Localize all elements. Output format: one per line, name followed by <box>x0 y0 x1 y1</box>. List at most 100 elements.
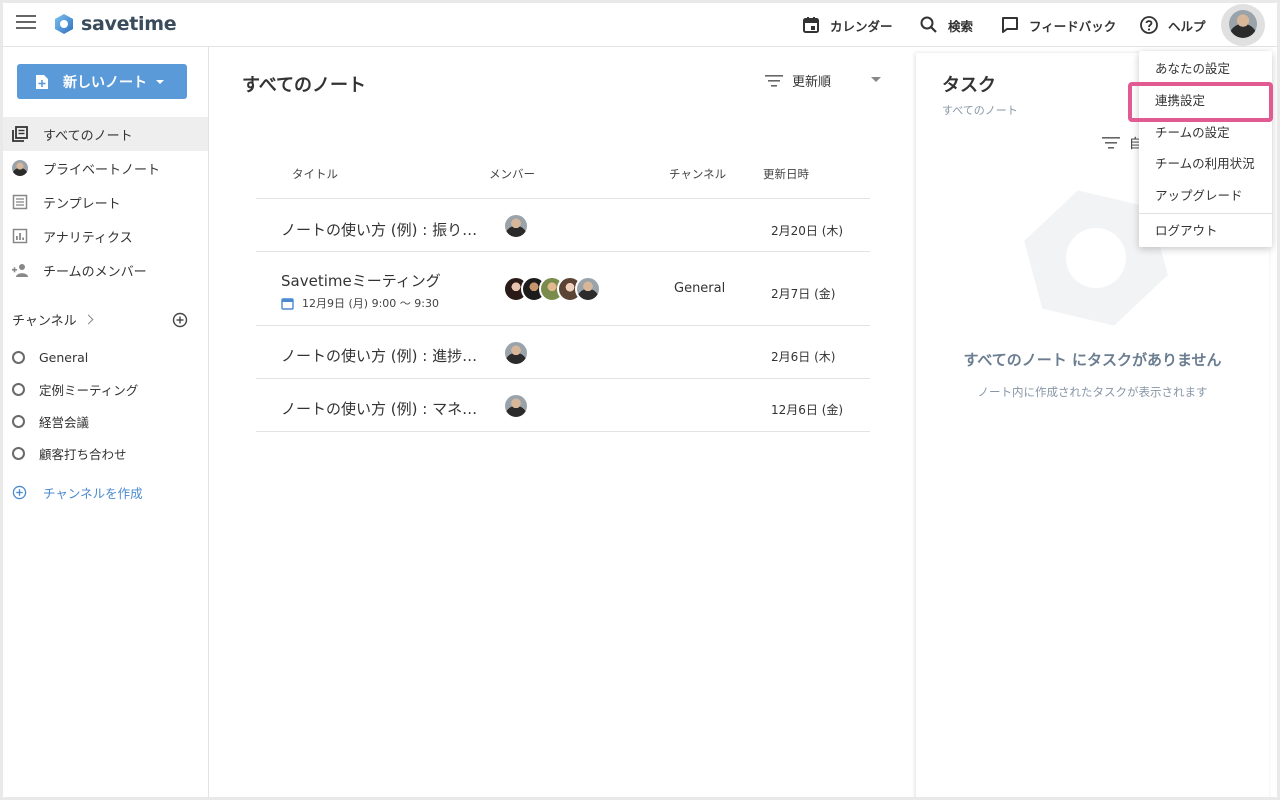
table-row[interactable]: ノートの使い方 (例) : 進捗… 2月6日 (木) <box>256 326 870 379</box>
sort-icon <box>765 74 783 87</box>
new-note-label: 新しいノート <box>63 74 147 91</box>
user-avatar-button[interactable] <box>1221 4 1265 46</box>
channel-label: 経営会議 <box>39 414 90 430</box>
logo-icon <box>55 14 73 34</box>
avatar <box>503 393 529 419</box>
menu-item-integration-settings[interactable]: 連携設定 <box>1139 84 1272 115</box>
create-channel-label: チャンネルを作成 <box>43 485 143 501</box>
menu-item-team-usage[interactable]: チームの利用状況 <box>1139 147 1272 178</box>
create-channel-link[interactable]: チャンネルを作成 <box>3 477 208 507</box>
sidebar-item-all-notes[interactable]: すべてのノート <box>3 117 208 151</box>
add-circle-icon <box>12 485 27 499</box>
member-avatars <box>503 276 601 302</box>
channel-circle-icon <box>12 446 25 460</box>
note-schedule: 12月9日 (月) 9:00 〜 9:30 <box>281 295 439 311</box>
help-icon <box>1140 16 1158 34</box>
menu-item-your-settings[interactable]: あなたの設定 <box>1139 52 1272 83</box>
channel-item-management-meeting[interactable]: 経営会議 <box>3 406 208 436</box>
note-title: ノートの使い方 (例) : 進捗… <box>281 347 478 365</box>
menu-item-label: チームの利用状況 <box>1155 156 1255 171</box>
template-icon <box>12 194 28 210</box>
channel-item-general[interactable]: General <box>3 342 208 372</box>
sidebar-item-label: テンプレート <box>43 196 121 212</box>
calendar-icon <box>803 17 819 33</box>
app-logo[interactable]: savetime <box>53 12 177 36</box>
note-date: 2月7日 (金) <box>771 287 836 301</box>
analytics-icon <box>12 228 28 244</box>
avatar <box>503 213 529 239</box>
channels-section-title[interactable]: チャンネル <box>12 310 94 329</box>
channel-circle-icon <box>12 350 25 364</box>
menu-item-upgrade[interactable]: アップグレード <box>1139 179 1272 210</box>
sidebar: 新しいノート すべてのノート プライベートノート テンプレート アナリティクス … <box>3 47 209 797</box>
help-button[interactable]: ヘルプ <box>1139 3 1206 47</box>
chevron-right-icon <box>83 314 94 325</box>
empty-state-subtitle: ノート内に作成されたタスクが表示されます <box>977 385 1208 399</box>
menu-item-label: あなたの設定 <box>1155 61 1231 76</box>
channel-label: 顧客打ち合わせ <box>39 446 127 462</box>
channels-title: チャンネル <box>12 314 77 329</box>
note-title: ノートの使い方 (例) : 振り… <box>281 221 478 239</box>
channel-label: General <box>39 349 89 365</box>
feedback-button[interactable]: フィードバック <box>1000 3 1116 47</box>
channel-circle-icon <box>12 382 25 396</box>
column-header-members: メンバー <box>489 167 535 181</box>
app-window: savetime カレンダー 検索 フィードバック ヘルプ 新しいノート すべて… <box>3 3 1277 797</box>
sidebar-item-team-members[interactable]: チームのメンバー <box>3 253 208 287</box>
calendar-button[interactable]: カレンダー <box>801 3 893 47</box>
column-header-channel: チャンネル <box>669 167 727 181</box>
menu-item-team-settings[interactable]: チームの設定 <box>1139 116 1272 147</box>
help-label: ヘルプ <box>1168 18 1206 34</box>
table-row[interactable]: ノートの使い方 (例) : マネ… 12月6日 (金) <box>256 379 870 432</box>
menu-item-logout[interactable]: ログアウト <box>1139 214 1272 245</box>
app-name: savetime <box>81 13 177 35</box>
user-menu: あなたの設定 連携設定 チームの設定 チームの利用状況 アップグレード ログアウ… <box>1139 51 1272 247</box>
channel-circle-icon <box>12 414 25 428</box>
add-circle-icon[interactable] <box>172 312 188 328</box>
avatar <box>503 340 529 366</box>
sort-icon <box>1102 136 1120 149</box>
feedback-icon <box>1002 17 1018 33</box>
channel-label: 定例ミーティング <box>39 382 139 398</box>
member-avatars <box>503 393 529 419</box>
search-icon <box>920 16 937 33</box>
page-title: すべてのノート <box>242 75 367 96</box>
note-schedule-text: 12月9日 (月) 9:00 〜 9:30 <box>302 297 439 310</box>
sidebar-item-label: アナリティクス <box>43 230 133 246</box>
avatar <box>1229 10 1257 38</box>
new-note-button[interactable]: 新しいノート <box>17 64 187 99</box>
search-button[interactable]: 検索 <box>919 3 973 47</box>
sidebar-item-templates[interactable]: テンプレート <box>3 185 208 219</box>
calendar-label: カレンダー <box>830 18 893 34</box>
task-panel-subtitle: すべてのノート <box>942 104 1018 117</box>
search-label: 検索 <box>948 18 974 34</box>
chevron-down-icon <box>156 79 164 84</box>
column-header-title: タイトル <box>292 167 338 181</box>
note-date: 2月20日 (木) <box>771 224 844 238</box>
sidebar-item-analytics[interactable]: アナリティクス <box>3 219 208 253</box>
task-filter-dropdown[interactable]: 自 <box>1102 133 1142 152</box>
channel-item-customer-meeting[interactable]: 顧客打ち合わせ <box>3 438 208 468</box>
table-row[interactable]: Savetimeミーティング 12月9日 (月) 9:00 〜 9:30 Gen… <box>256 252 870 326</box>
menu-item-label: 連携設定 <box>1155 93 1206 108</box>
channel-item-regular-meeting[interactable]: 定例ミーティング <box>3 374 208 404</box>
main-content: すべてのノート 更新順 タイトル メンバー チャンネル 更新日時 ノートの使い方… <box>209 47 915 797</box>
chevron-down-icon <box>871 77 881 82</box>
menu-item-label: ログアウト <box>1155 223 1218 238</box>
menu-icon[interactable] <box>16 15 36 31</box>
new-document-icon <box>36 74 48 89</box>
feedback-label: フィードバック <box>1029 18 1117 34</box>
avatar <box>575 276 601 302</box>
member-avatars <box>503 340 529 366</box>
empty-state-title: すべてのノート にタスクがありません <box>963 351 1222 369</box>
add-person-icon <box>12 264 28 277</box>
table-row[interactable]: ノートの使い方 (例) : 振り… 2月20日 (木) <box>256 199 870 252</box>
column-header-updated: 更新日時 <box>763 167 809 181</box>
note-date: 12月6日 (金) <box>771 403 844 417</box>
sort-dropdown[interactable]: 更新順 <box>765 71 881 90</box>
note-channel: General <box>674 281 726 296</box>
member-avatars <box>503 213 529 239</box>
note-title: ノートの使い方 (例) : マネ… <box>281 400 478 418</box>
note-date: 2月6日 (木) <box>771 350 836 364</box>
sidebar-item-private-notes[interactable]: プライベートノート <box>3 151 208 185</box>
